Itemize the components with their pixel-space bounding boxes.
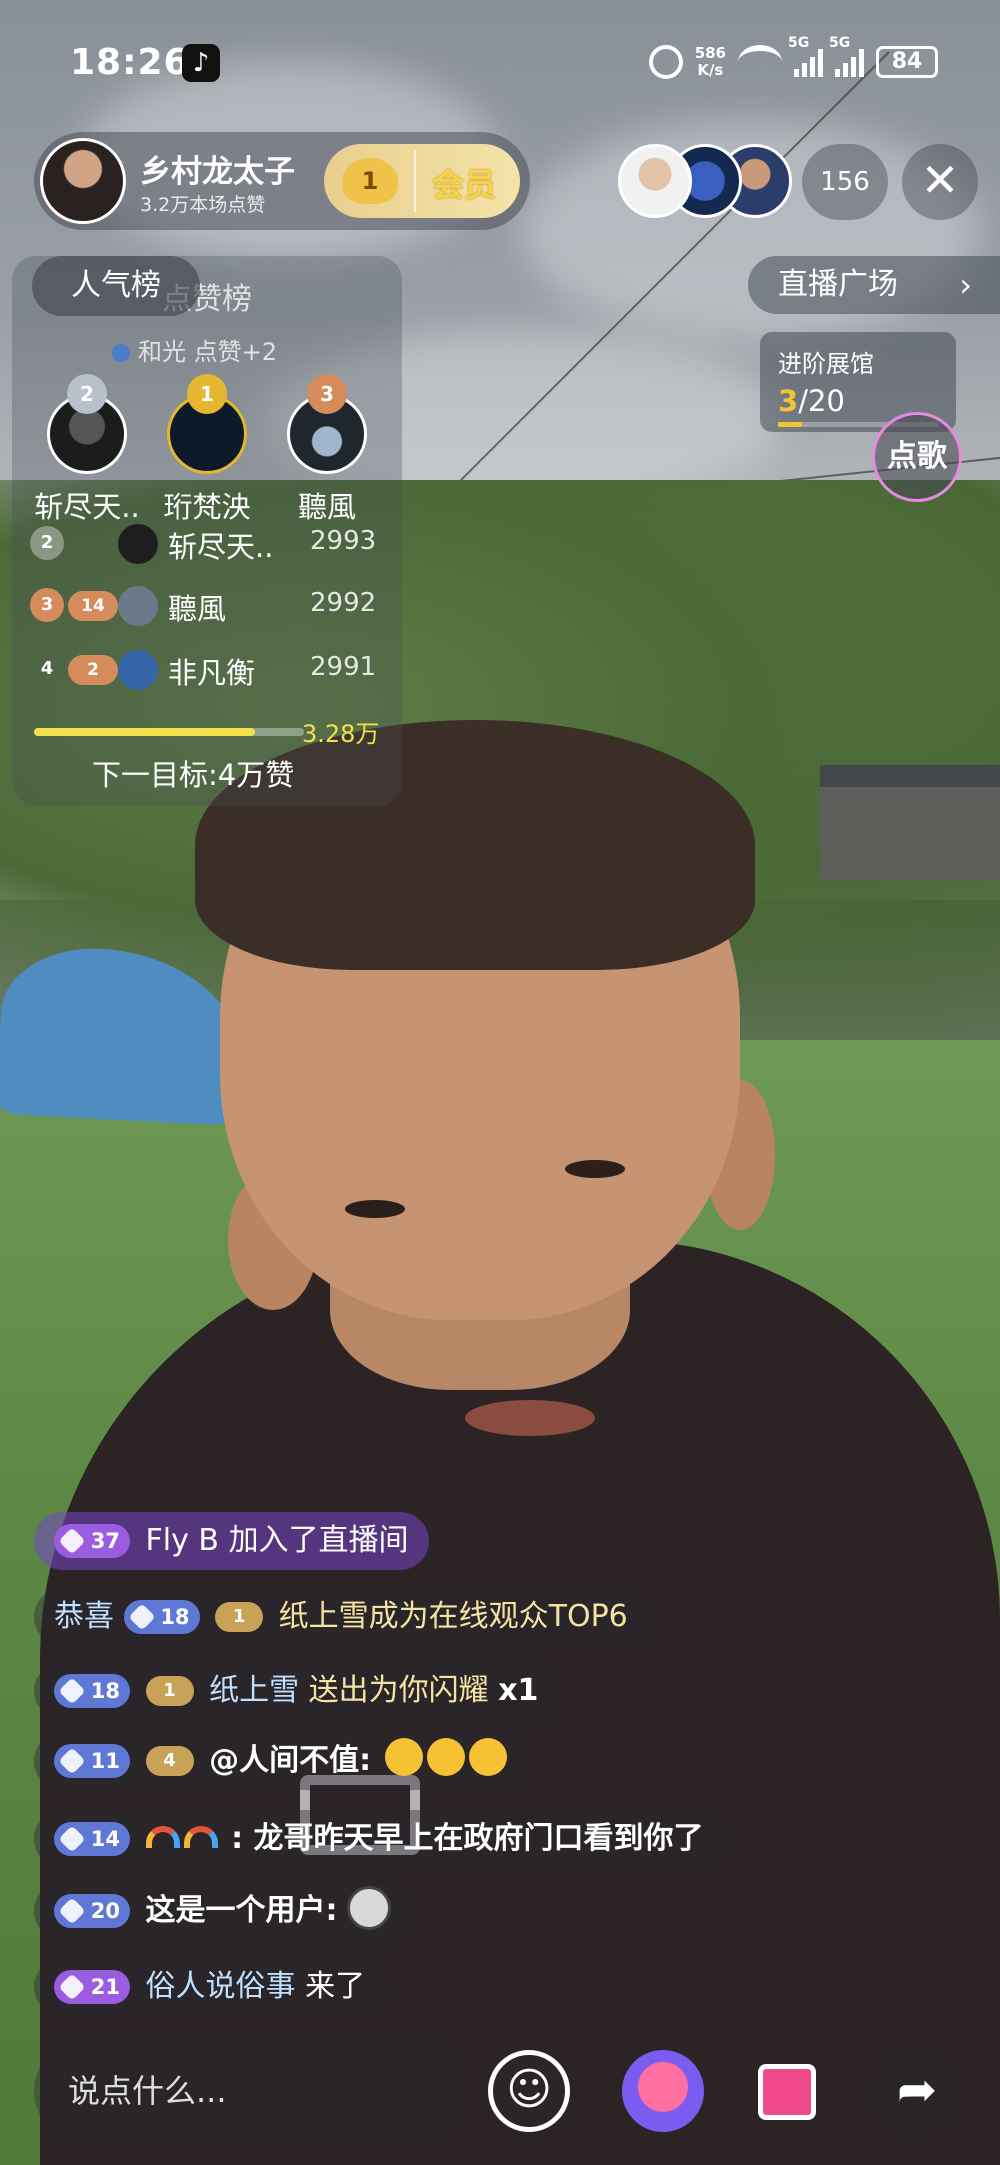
song-request-button[interactable]: 点歌 (872, 412, 962, 502)
mask-emoji-icon (347, 1886, 392, 1930)
ranking-panel[interactable]: 点赞榜 人气榜 和光 点赞+2 2 斩尽天.. 1 珩梵泱 3 聽風 2 斩尽天… (12, 256, 402, 806)
gift-box (758, 2064, 816, 2120)
chat-message-join[interactable]: 37 Fly B 加入了直播间 (34, 1512, 429, 1570)
member-label: 会员 (432, 166, 497, 204)
person-eye (345, 1200, 405, 1218)
laugh-emoji-icon (384, 1738, 423, 1776)
chat-message[interactable]: 14 : 龙哥昨天早上在政府门口看到你了 (34, 1810, 724, 1868)
medal-icon: 1 (187, 374, 227, 414)
rank-score: 2993 (310, 526, 377, 556)
member-heart-icon: 1 (342, 158, 398, 204)
signal-icon: 5G (829, 35, 864, 77)
host-avatar[interactable] (40, 138, 126, 224)
rank-avatar (118, 650, 158, 690)
user-level-badge: 14 (54, 1822, 130, 1856)
like-progress-bar (34, 728, 304, 736)
medal-icon: 2 (67, 374, 107, 414)
next-target: 下一目标:4万赞 (92, 758, 295, 792)
share-icon[interactable]: ➦ (876, 2050, 958, 2132)
fan-level-badge: 14 (68, 591, 118, 621)
battery-indicator: 84 (876, 46, 938, 78)
fan-badge: 1 (145, 1676, 194, 1706)
user-dot-icon (112, 344, 130, 362)
viewer-count-button[interactable]: 156 (802, 144, 888, 220)
user-level-badge: 20 (54, 1894, 130, 1928)
podium-first[interactable]: 1 珩梵泱 (142, 368, 272, 526)
rainbow-emoji-icon (183, 1826, 218, 1848)
user-level-badge: 21 (54, 1970, 130, 2004)
rank-number: 2 (30, 526, 64, 560)
gift-count: x1 (498, 1673, 539, 1708)
rainbow-emoji-icon (145, 1826, 180, 1848)
chat-message[interactable]: 11 4 @人间不值: (34, 1732, 527, 1790)
advance-gallery-count: 3/20 (778, 384, 845, 418)
user-level-badge: 18 (54, 1674, 130, 1708)
rank-score: 2992 (310, 588, 377, 618)
comment-input[interactable]: 说点什么... (34, 2040, 464, 2142)
person-eye (565, 1160, 625, 1178)
rank-number: 4 (40, 658, 54, 679)
fan-badge: 4 (145, 1746, 194, 1776)
medal-icon: 3 (307, 374, 347, 414)
ranking-row[interactable]: 4 2 非凡衡 2991 (12, 644, 402, 698)
house (820, 765, 1000, 880)
podium-second[interactable]: 2 斩尽天.. (22, 368, 152, 526)
person-mouth (465, 1400, 595, 1436)
user-level-badge: 18 (123, 1600, 200, 1634)
chevron-right-icon: › (959, 266, 972, 304)
like-notice: 和光 点赞+2 (112, 332, 277, 367)
status-time: 18:26 (70, 42, 190, 83)
rank-number: 3 (30, 588, 64, 622)
signal-icon: 5G (788, 35, 823, 77)
live-plaza-button[interactable]: 直播广场 › (748, 256, 1000, 314)
like-progress-fill (34, 728, 256, 736)
like-progress-value: 3.28万 (302, 720, 380, 748)
network-speed: 586 K/s (694, 44, 726, 79)
podium-third[interactable]: 3 聽風 (262, 368, 392, 526)
status-icons: 586 K/s 5G 5G 84 (648, 35, 938, 84)
rank-avatar (118, 524, 158, 564)
viewer-avatars[interactable] (618, 144, 792, 220)
host-name: 乡村龙太子 (140, 154, 295, 190)
ranking-row[interactable]: 2 斩尽天.. 2993 (12, 518, 402, 572)
laugh-emoji-icon (426, 1738, 465, 1776)
user-level-badge: 37 (54, 1524, 130, 1558)
ranking-row[interactable]: 3 14 聽風 2992 (12, 580, 402, 634)
like-heart-icon[interactable] (622, 2050, 704, 2132)
rank-score: 2991 (310, 652, 377, 682)
chat-message-gift[interactable]: 18 1 纸上雪 送出为你闪耀 x1 (34, 1662, 559, 1720)
host-info-bar[interactable]: 乡村龙太子 3.2万本场点赞 1 会员 (34, 132, 530, 230)
laugh-emoji-icon (468, 1738, 507, 1776)
close-button[interactable]: ✕ (902, 144, 978, 220)
user-level-badge: 11 (54, 1744, 130, 1778)
emoji-icon[interactable]: ☺ (488, 2050, 570, 2132)
chat-message[interactable]: 20 这是一个用户: (34, 1882, 412, 1940)
rank-name: 非凡衡 (168, 656, 256, 690)
rank-name: 聽風 (168, 592, 227, 626)
chat-message[interactable]: 恭喜 18 1 纸上雪成为在线观众TOP6 (34, 1588, 648, 1646)
tab-popularity-ranking[interactable]: 人气榜 (32, 256, 200, 316)
fan-level-badge: 2 (68, 655, 118, 685)
host-likes: 3.2万本场点赞 (140, 194, 266, 216)
alarm-icon (648, 45, 683, 79)
status-bar: 18:26 ♪ 586 K/s 5G 5G 84 (0, 0, 1000, 120)
member-button[interactable]: 1 会员 (324, 144, 520, 218)
advance-progress-fill (778, 422, 802, 427)
rank-avatar (118, 586, 158, 626)
gift-icon[interactable] (746, 2050, 828, 2132)
chat-message-join[interactable]: 21 俗人说俗事 来了 (34, 1958, 386, 2016)
wifi-icon (738, 45, 782, 79)
advance-gallery-title: 进阶展馆 (778, 350, 874, 378)
divider (414, 150, 416, 212)
rank-name: 斩尽天.. (168, 530, 274, 564)
tiktok-icon: ♪ (182, 44, 220, 82)
viewer-avatar[interactable] (618, 144, 692, 218)
fan-badge: 1 (215, 1602, 264, 1632)
